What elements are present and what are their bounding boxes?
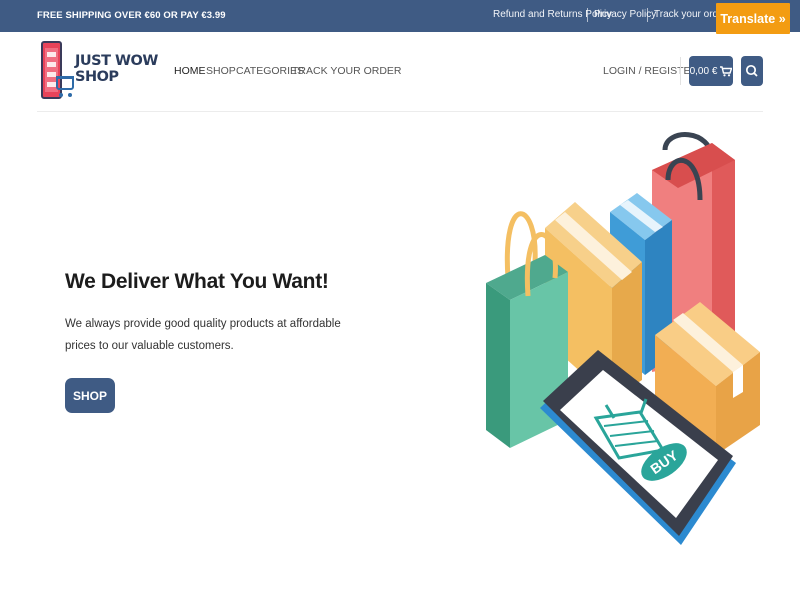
nav-item-shop[interactable]: SHOP bbox=[206, 65, 236, 77]
search-button[interactable] bbox=[741, 56, 763, 86]
shipping-promo: FREE SHIPPING OVER €60 OR PAY €3.99 bbox=[37, 10, 226, 21]
search-icon bbox=[745, 64, 758, 77]
cart-logo-icon bbox=[56, 76, 74, 90]
shop-button[interactable]: SHOP bbox=[65, 378, 115, 413]
nav-item-track-order[interactable]: TRACK YOUR ORDER bbox=[292, 65, 402, 77]
cart-total: 0,00 € bbox=[689, 65, 718, 77]
nav-item-home[interactable]: HOME bbox=[174, 65, 206, 77]
logo-text: JUST WOW SHOP bbox=[75, 53, 158, 85]
shopping-cart-icon bbox=[720, 65, 733, 76]
login-register-link[interactable]: LOGIN / REGISTER bbox=[603, 65, 698, 77]
cart-button[interactable]: 0,00 € bbox=[689, 56, 733, 86]
phone-logo-icon bbox=[41, 41, 62, 99]
divider bbox=[647, 8, 648, 22]
translate-button[interactable]: Translate » bbox=[716, 3, 790, 34]
shopping-illustration: BUY bbox=[486, 132, 760, 545]
header-divider bbox=[37, 111, 763, 112]
divider bbox=[680, 57, 681, 85]
top-bar: FREE SHIPPING OVER €60 OR PAY €3.99 Refu… bbox=[0, 0, 800, 32]
hero-title: We Deliver What You Want! bbox=[65, 270, 329, 293]
hero-description: We always provide good quality products … bbox=[65, 318, 341, 352]
divider bbox=[587, 8, 588, 22]
